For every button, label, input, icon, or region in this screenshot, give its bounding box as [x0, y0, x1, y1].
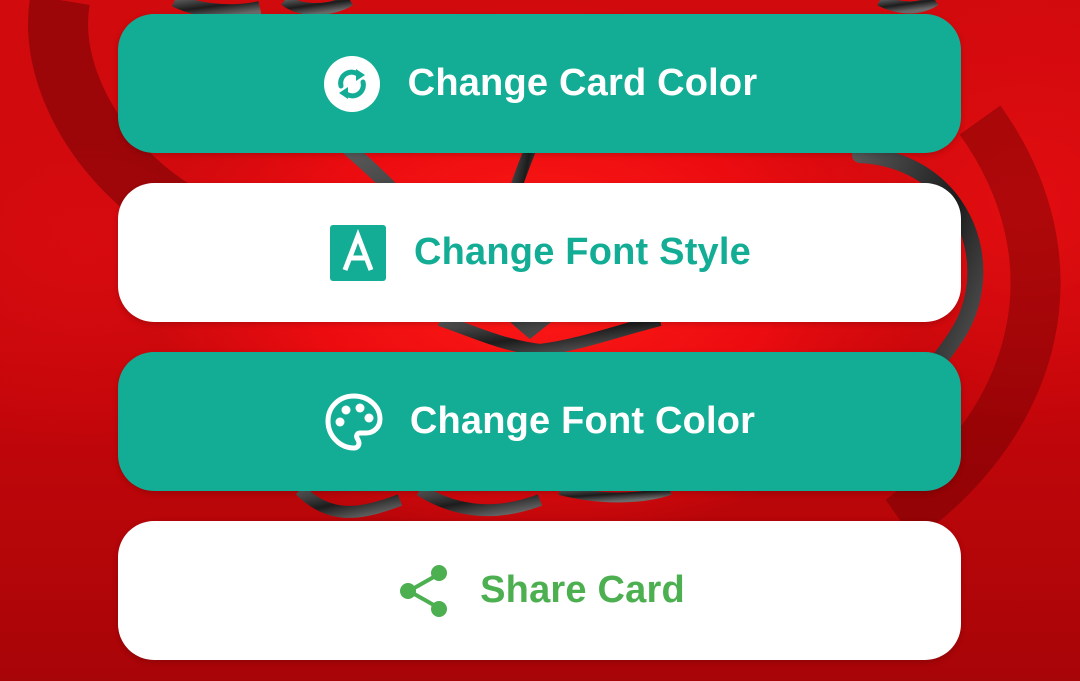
share-icon [394, 561, 454, 621]
share-card-label: Share Card [480, 569, 685, 611]
palette-icon [324, 392, 384, 452]
change-font-color-label: Change Font Color [409, 400, 756, 442]
sync-icon [322, 54, 382, 114]
change-font-style-button[interactable]: Change Font Style [118, 183, 961, 322]
change-font-color-button[interactable]: Change Font Color [118, 352, 961, 491]
share-card-button[interactable]: Share Card [118, 521, 961, 660]
change-card-color-label: Change Card Color [407, 62, 758, 104]
change-font-style-label: Change Font Style [414, 231, 751, 273]
font-a-icon [328, 223, 388, 283]
change-card-color-button[interactable]: Change Card Color [118, 14, 961, 153]
